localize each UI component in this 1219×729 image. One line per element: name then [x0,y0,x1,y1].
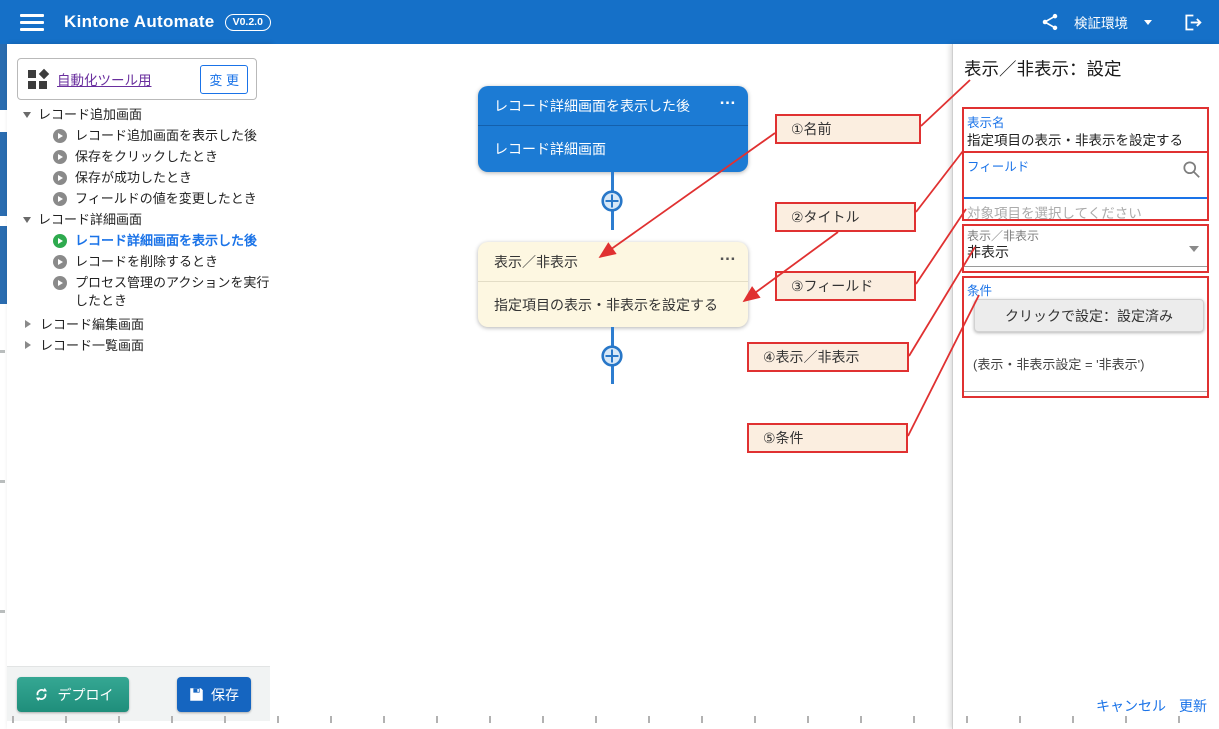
field-search-input[interactable]: 対象項目を選択してください [967,202,1142,222]
sidebar-item-after-add-screen-shown[interactable]: レコード追加画面を表示した後 [53,127,271,145]
kintone-automate-window: Kintone Automate V0.2.0 検証環境 自動化ツール用 変 更 [0,0,1219,729]
app-header: Kintone Automate V0.2.0 検証環境 [0,0,1219,44]
sidebar-item-field-value-changed[interactable]: フィールドの値を変更したとき [53,190,271,208]
visibility-underline [964,266,1208,267]
node-menu-icon[interactable]: … [719,89,736,109]
event-icon [53,255,67,269]
trigger-node-subtitle: レコード詳細画面 [478,125,748,172]
field-input-underline [964,197,1208,199]
app-title: Kintone Automate [64,12,215,32]
floppy-disk-icon [189,687,204,702]
annotation-field: ③フィールド [775,271,916,301]
field-label: フィールド [967,156,1029,175]
event-icon-active [53,234,67,248]
sidebar-item-save-succeeded[interactable]: 保存が成功したとき [53,169,271,187]
annotation-condition: ⑤条件 [747,423,908,453]
sidebar-item-record-detail-screen[interactable]: レコード詳細画面 [23,211,142,229]
sidebar: 自動化ツール用 変 更 レコード追加画面 レコード追加画面を表示した後 保存をク… [7,44,270,729]
panel-title: 表示／非表示：設定 [964,56,1122,81]
deploy-button[interactable]: デプロイ [17,677,129,712]
sidebar-item-save-clicked[interactable]: 保存をクリックしたとき [53,148,271,166]
sidebar-item-record-edit-screen[interactable]: レコード編集画面 [23,316,144,334]
event-icon [53,276,67,290]
action-node-title: 表示／非表示 [494,252,578,272]
refresh-icon [33,686,50,703]
event-icon [53,150,67,164]
ruler-ticks [0,716,1219,723]
chevron-down-icon[interactable] [1144,20,1152,25]
add-step-button[interactable] [600,344,624,368]
annotation-name: ①名前 [775,114,921,144]
update-button[interactable]: 更新 [1179,696,1207,716]
add-step-button[interactable] [600,189,624,213]
event-icon [53,192,67,206]
chevron-expanded-icon [23,112,31,118]
node-menu-icon[interactable]: … [719,245,736,265]
sidebar-item-record-list-screen[interactable]: レコード一覧画面 [23,337,144,355]
display-name-value: 指定項目の表示・非表示を設定する [967,129,1183,149]
action-node-subtitle: 指定項目の表示・非表示を設定する [478,281,748,327]
event-icon [53,171,67,185]
condition-set-button[interactable]: クリックで設定：設定済み [974,299,1204,332]
chevron-collapsed-icon [25,341,31,349]
sidebar-item-record-add-screen[interactable]: レコード追加画面 [23,106,142,124]
share-icon[interactable] [1040,12,1060,32]
app-name-link[interactable]: 自動化ツール用 [57,69,152,89]
version-badge: V0.2.0 [225,14,271,31]
save-button[interactable]: 保存 [177,677,251,712]
sidebar-item-after-detail-screen-shown[interactable]: レコード詳細画面を表示した後 [53,232,271,250]
flow-canvas[interactable]: レコード詳細画面を表示した後 … レコード詳細画面 表示／非表示 … 指定項目の… [270,44,952,729]
change-app-button[interactable]: 変 更 [200,65,248,94]
trigger-node-title: レコード詳細画面を表示した後 [494,96,690,116]
sidebar-item-process-action[interactable]: プロセス管理のアクションを実行したとき [53,274,271,310]
sidebar-footer: デプロイ 保存 [7,666,270,721]
cancel-button[interactable]: キャンセル [1096,696,1166,716]
logout-icon[interactable] [1182,12,1203,33]
chevron-expanded-icon [23,217,31,223]
chevron-down-icon[interactable] [1189,246,1199,252]
search-icon[interactable] [1181,159,1202,180]
visibility-select[interactable]: 非表示 [967,242,1009,262]
action-node[interactable]: 表示／非表示 … 指定項目の表示・非表示を設定する [478,242,748,327]
condition-label: 条件 [967,280,992,299]
annotation-visibility: ④表示／非表示 [747,342,909,372]
sidebar-item-record-delete[interactable]: レコードを削除するとき [53,253,271,271]
app-icon [28,69,49,90]
settings-panel: 表示／非表示：設定 表示名 指定項目の表示・非表示を設定する フィールド 対象項… [952,44,1219,729]
environment-selector[interactable]: 検証環境 [1074,12,1128,32]
condition-expression: (表示・非表示設定 = '非表示') [973,354,1144,373]
app-card: 自動化ツール用 変 更 [17,58,257,100]
annotation-title: ②タイトル [775,202,916,232]
hamburger-menu-icon[interactable] [20,14,44,31]
event-icon [53,129,67,143]
condition-underline [964,391,1208,392]
minimap-strip [0,44,7,729]
chevron-collapsed-icon [25,320,31,328]
trigger-node[interactable]: レコード詳細画面を表示した後 … レコード詳細画面 [478,86,748,172]
